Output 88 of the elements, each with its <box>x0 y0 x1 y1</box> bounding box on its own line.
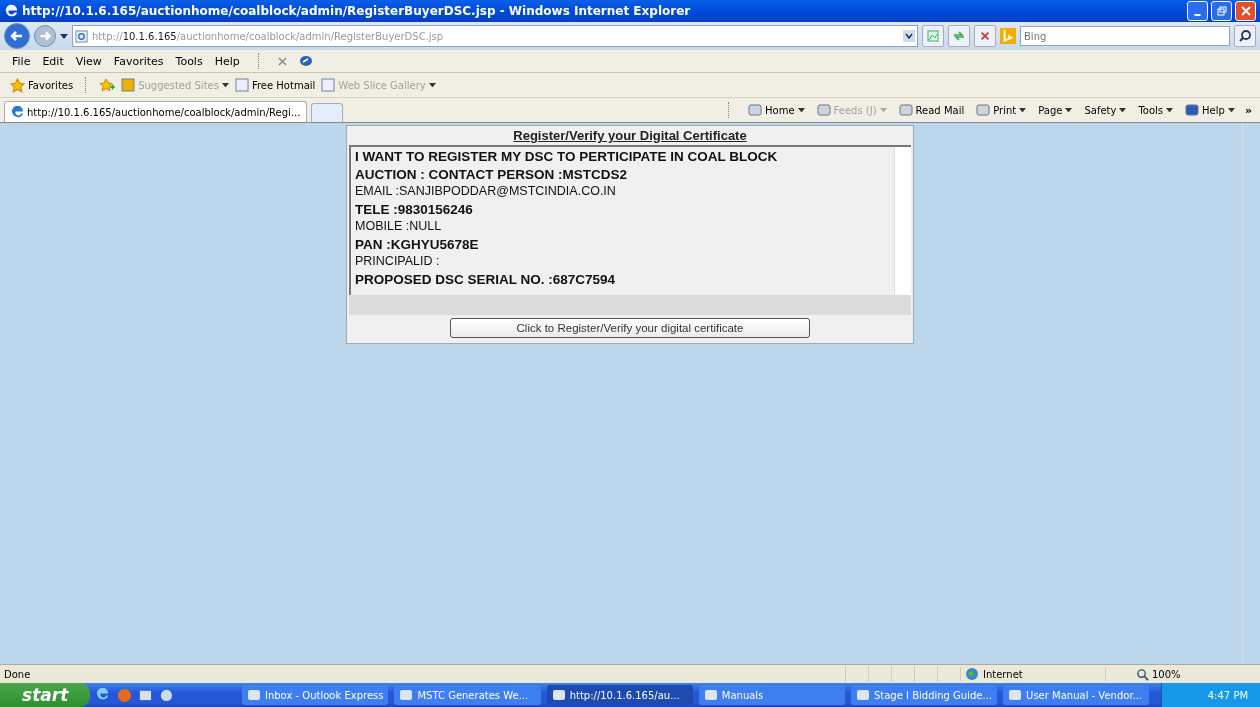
taskbar-button[interactable]: User Manual - Vendor... <box>1003 685 1150 705</box>
caret-icon <box>1019 107 1027 113</box>
browser-logo-icon <box>11 105 24 119</box>
restore-icon <box>1216 6 1227 16</box>
command-button[interactable]: Read Mail <box>898 103 965 117</box>
refresh-button[interactable] <box>948 25 970 47</box>
command-button[interactable]: Tools <box>1138 104 1174 116</box>
toolbar-icon <box>976 103 991 117</box>
caret-icon <box>221 82 229 88</box>
window-icon <box>703 688 718 702</box>
caret-icon <box>879 107 887 113</box>
window-icon <box>246 688 261 702</box>
toolbar-icon <box>816 103 831 117</box>
detail-text: PRINCIPALID : <box>355 253 440 270</box>
menu-item[interactable]: Favorites <box>113 54 164 68</box>
browser-logo-icon <box>4 3 19 19</box>
caret-icon <box>1166 107 1174 113</box>
close-icon <box>979 30 991 42</box>
magnifier-icon <box>1136 667 1149 681</box>
star-icon <box>10 77 25 93</box>
close-icon <box>1240 6 1251 16</box>
detail-text: TELE :9830156246 <box>355 200 473 218</box>
taskbar-button[interactable]: MSTC Generates We... <box>394 685 541 705</box>
caret-icon[interactable] <box>60 33 68 39</box>
start-button[interactable]: start <box>0 683 91 707</box>
window-icon <box>855 688 870 702</box>
globe-icon <box>965 667 979 681</box>
address-field[interactable]: http://10.1.6.165/auctionhome/coalblock/admin/RegisterBuyerDSC.jsp <box>72 25 918 47</box>
command-button[interactable]: Print <box>976 103 1027 117</box>
favorites-link[interactable]: Free Hotmail <box>234 78 316 92</box>
panel-title: Register/Verify your Digital Certificate <box>512 128 748 145</box>
detail-text: AUCTION : CONTACT PERSON :MSTCDS2 <box>355 165 627 183</box>
detail-text: PROPOSED DSC SERIAL NO. :687C7594 <box>355 270 616 288</box>
detail-text: PAN :KGHYU5678E <box>355 235 479 253</box>
taskbar-button[interactable]: http://10.1.6.165/au... <box>546 685 693 705</box>
taskbar-button[interactable]: Stage I Bidding Guide... <box>850 685 998 705</box>
search-field[interactable]: Bing <box>1020 26 1230 46</box>
restore-button[interactable] <box>1211 1 1232 21</box>
detail-text: MOBILE :NULL <box>355 218 442 235</box>
minimize-icon <box>1194 14 1201 16</box>
caret-icon <box>1227 107 1235 113</box>
compatibility-view-button[interactable] <box>922 25 944 47</box>
register-button[interactable]: Click to Register/Verify your digital certificate <box>450 318 810 338</box>
taskbar-button[interactable]: Inbox - Outlook Express <box>241 685 389 705</box>
toolbar-icon <box>1185 103 1200 117</box>
scrollbar[interactable] <box>894 147 911 295</box>
command-button[interactable]: Page <box>1038 104 1073 116</box>
caret-icon <box>1119 107 1127 113</box>
command-button[interactable]: Help <box>1185 103 1235 117</box>
menu-item[interactable]: Tools <box>175 54 203 68</box>
caret-icon <box>1065 107 1073 113</box>
window-icon <box>551 688 566 702</box>
detail-text: I WANT TO REGISTER MY DSC TO PERTICIPATE IN COAL BLOCK <box>355 148 778 166</box>
quick-launch-icon[interactable] <box>159 687 174 703</box>
detail-text: EMAIL :SANJIBPODDAR@MSTCINDIA.CO.IN <box>355 183 616 200</box>
toolbar-icon <box>748 103 763 117</box>
browser-tab[interactable]: http://10.1.6.165/auctionhome/coalblock/admin/Regi... <box>4 101 308 122</box>
caret-icon <box>797 107 805 113</box>
globe-icon[interactable] <box>298 55 313 67</box>
command-button[interactable]: Safety <box>1084 104 1127 116</box>
favorites-button[interactable]: Favorites <box>10 77 74 93</box>
refresh-icon <box>952 29 966 43</box>
menu-item[interactable]: Edit <box>42 54 64 68</box>
menu-item[interactable]: View <box>75 54 102 68</box>
close-button[interactable] <box>1235 1 1256 21</box>
window-icon <box>399 688 414 702</box>
caret-icon <box>428 82 436 88</box>
status-text: Done <box>4 668 31 680</box>
zoom-level[interactable]: 100% <box>1105 667 1256 681</box>
add-favorite-icon[interactable] <box>99 78 116 92</box>
search-icon <box>1238 29 1252 43</box>
command-button[interactable]: Home <box>748 103 805 117</box>
toolbar-icon <box>898 103 913 117</box>
window-title: http://10.1.6.165/auctionhome/coalblock/admin/RegisterBuyerDSC.jsp - Windows Internet Explorer <box>22 4 691 18</box>
clock: 4:47 PM <box>1207 689 1249 701</box>
stop-button[interactable] <box>974 25 996 47</box>
taskbar-button[interactable]: Manuals <box>698 685 845 705</box>
minimize-button[interactable] <box>1187 1 1208 21</box>
menu-item[interactable]: Help <box>214 54 240 68</box>
certificate-details-textarea[interactable] <box>349 145 911 295</box>
overflow-button[interactable]: » <box>1244 103 1252 117</box>
back-button[interactable] <box>4 23 30 49</box>
window-icon <box>1008 688 1023 702</box>
dropdown-icon[interactable] <box>903 30 915 42</box>
search-button[interactable] <box>1234 25 1256 47</box>
close-icon[interactable] <box>277 56 287 66</box>
security-zone[interactable]: Internet <box>960 667 1105 681</box>
menu-item[interactable]: File <box>12 54 31 68</box>
